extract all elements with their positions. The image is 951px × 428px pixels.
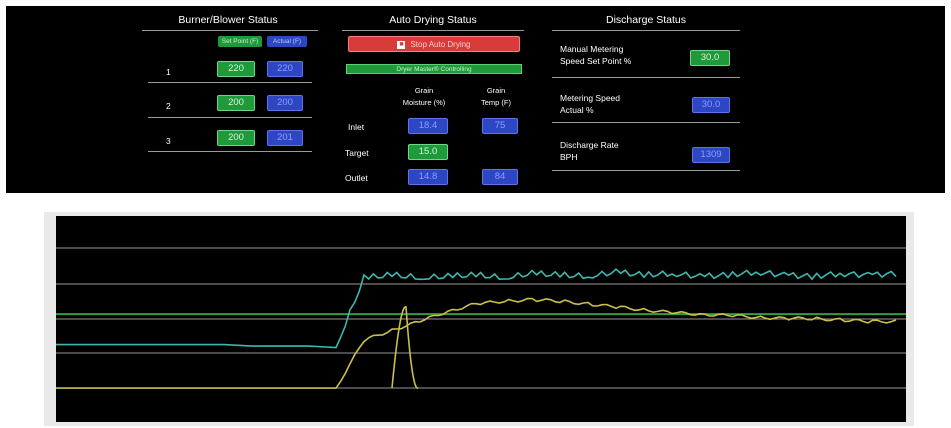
burner-section-title: Burner/Blower Status bbox=[178, 14, 278, 26]
moisture-series-line bbox=[56, 268, 897, 349]
discharge-row-divider bbox=[552, 170, 740, 171]
trend-chart-svg bbox=[56, 247, 906, 389]
burner-row-3-label: 3 bbox=[166, 136, 171, 146]
set-point-header: Set Point (F) bbox=[218, 36, 262, 47]
stop-auto-drying-label: Stop Auto Drying bbox=[410, 40, 471, 49]
burner-row-2-label: 2 bbox=[166, 101, 171, 111]
discharge-title-divider bbox=[552, 30, 740, 31]
temp-header-line2: Temp (F) bbox=[481, 98, 511, 107]
inlet-temp-value: 75 bbox=[482, 118, 518, 134]
burner-3-actual: 201 bbox=[267, 130, 303, 146]
burner-2-set-point[interactable]: 200 bbox=[217, 95, 255, 111]
discharge-rate-label-line1: Discharge Rate bbox=[560, 140, 619, 150]
discharge-row-divider bbox=[552, 77, 740, 78]
auto-drying-title-divider bbox=[342, 30, 524, 31]
moisture-header-line2: Moisture (%) bbox=[402, 98, 446, 107]
burner-3-set-point[interactable]: 200 bbox=[217, 130, 255, 146]
stop-auto-drying-button[interactable]: ■ Stop Auto Drying bbox=[348, 36, 520, 52]
metering-actual-label-line2: Actual % bbox=[560, 105, 594, 115]
discharge-rate-value: 1309 bbox=[692, 147, 730, 163]
temp-header-line1: Grain bbox=[486, 86, 506, 95]
discharge-section-title: Discharge Status bbox=[606, 14, 686, 26]
stop-icon: ■ bbox=[397, 40, 406, 49]
auto-drying-section-title: Auto Drying Status bbox=[389, 14, 477, 26]
burner-1-set-point[interactable]: 220 bbox=[217, 61, 255, 77]
discharge-row-divider bbox=[552, 122, 740, 123]
burner-row-divider bbox=[148, 117, 312, 118]
target-moisture-value[interactable]: 15.0 bbox=[408, 144, 448, 160]
inlet-label: Inlet bbox=[348, 122, 365, 132]
actual-header: Actual (F) bbox=[267, 36, 307, 47]
burner-1-actual: 220 bbox=[267, 61, 303, 77]
discharge-rate-label-line2: BPH bbox=[560, 152, 578, 162]
burner-2-actual: 200 bbox=[267, 95, 303, 111]
burner-row-1-label: 1 bbox=[166, 67, 171, 77]
trend-chart bbox=[56, 216, 906, 422]
dryer-controlling-status: Dryer Master® Controlling bbox=[346, 64, 522, 74]
outlet-label: Outlet bbox=[345, 173, 368, 183]
temperature-series-line bbox=[56, 297, 897, 389]
outlet-moisture-value: 14.8 bbox=[408, 169, 448, 185]
moisture-header-line1: Grain bbox=[414, 86, 434, 95]
target-label: Target bbox=[345, 148, 369, 158]
burner-row-divider bbox=[148, 82, 312, 83]
metering-actual-value: 30.0 bbox=[692, 97, 730, 113]
burner-title-divider bbox=[142, 30, 318, 31]
manual-metering-label-line2: Speed Set Point % bbox=[560, 56, 632, 66]
inlet-moisture-value: 18.4 bbox=[408, 118, 448, 134]
burner-row-divider bbox=[148, 151, 312, 152]
metering-actual-label-line1: Metering Speed bbox=[560, 93, 621, 103]
outlet-temp-value: 84 bbox=[482, 169, 518, 185]
manual-metering-value[interactable]: 30.0 bbox=[690, 50, 730, 66]
manual-metering-label-line1: Manual Metering bbox=[560, 44, 624, 54]
